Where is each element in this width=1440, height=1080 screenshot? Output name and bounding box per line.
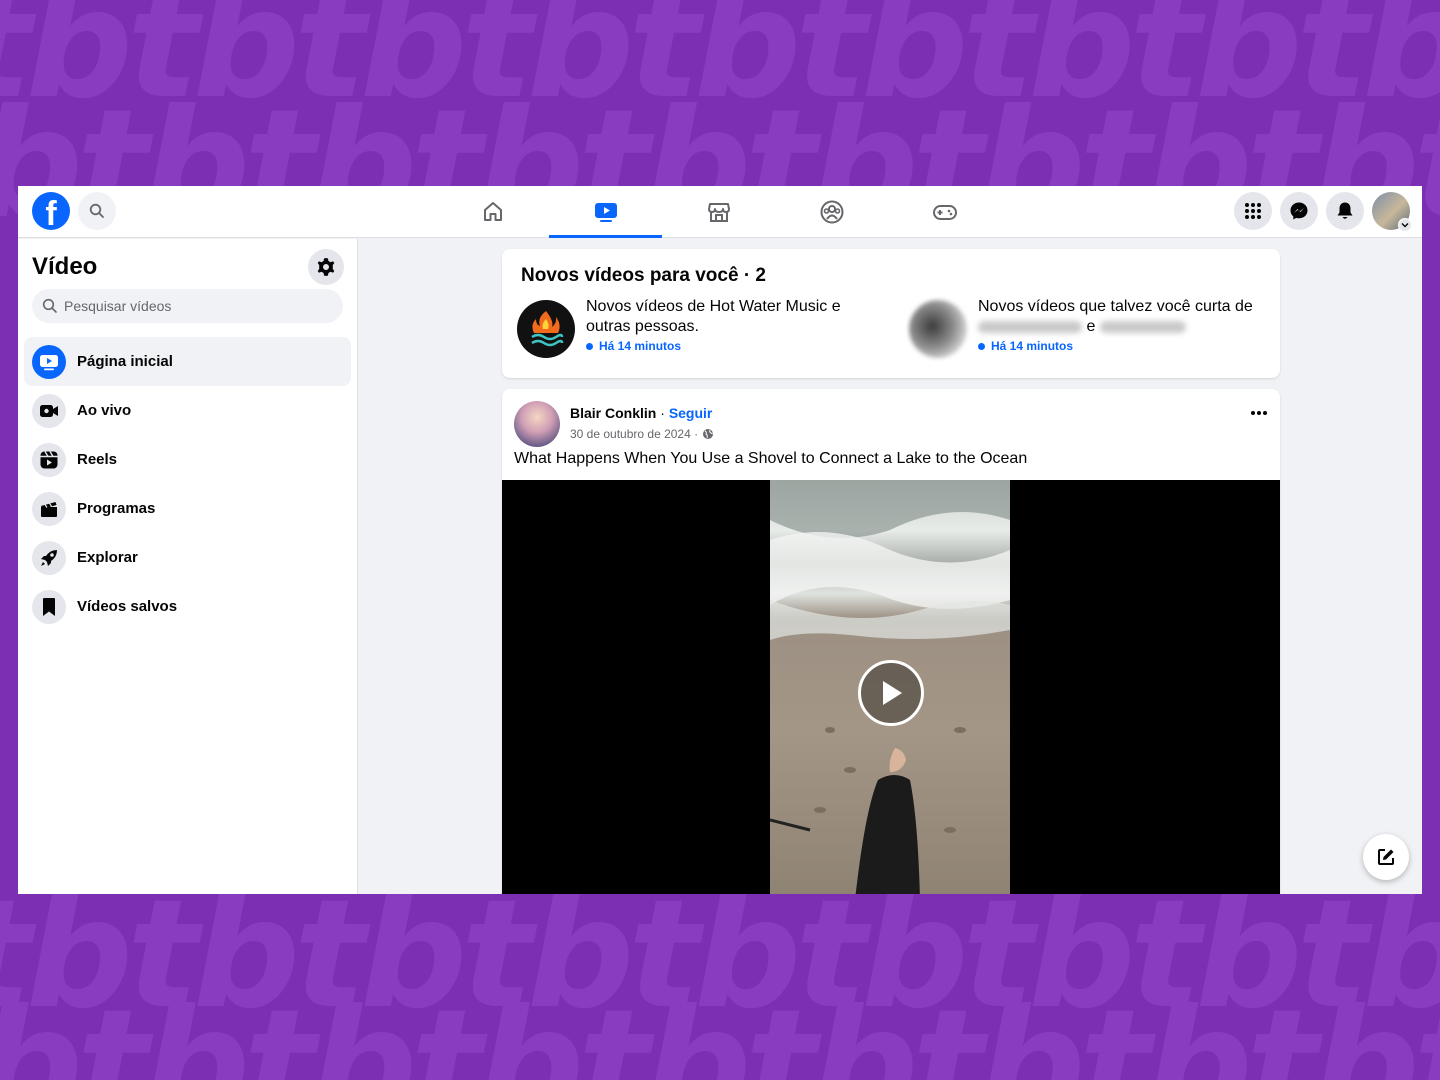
unread-dot xyxy=(586,342,593,350)
browser-window: f Vídeo Pesquisar vídeos Página inicial … xyxy=(18,186,1422,894)
author-separator: · xyxy=(656,405,669,421)
sidebar-item-saved-videos[interactable]: Vídeos salvos xyxy=(24,582,351,631)
notification-time: Há 14 minutos xyxy=(978,339,1268,353)
blurred-name xyxy=(1099,320,1186,333)
post-options-button[interactable] xyxy=(1250,403,1268,421)
chevron-down-icon xyxy=(1401,223,1409,228)
sidebar-item-live[interactable]: Ao vivo xyxy=(24,386,351,435)
notification-text: Novos vídeos que talvez você curta de e xyxy=(978,297,1268,337)
post-date: 30 de outubro de 2024 · xyxy=(570,427,714,441)
follow-button[interactable]: Seguir xyxy=(669,405,713,421)
notification-time: Há 14 minutos xyxy=(586,339,871,353)
sidebar-item-shows[interactable]: Programas xyxy=(24,484,351,533)
video-icon xyxy=(594,203,617,222)
tab-marketplace[interactable] xyxy=(662,186,775,238)
video-player[interactable] xyxy=(502,480,1280,894)
hot-water-music-avatar xyxy=(517,300,575,358)
sidebar-item-label: Explorar xyxy=(77,549,138,566)
search-icon xyxy=(89,203,104,218)
sidebar-item-label: Reels xyxy=(77,451,118,468)
video-search-input[interactable] xyxy=(64,298,324,314)
sidebar-nav-list: Página inicial Ao vivo Reels Programas E… xyxy=(24,337,351,631)
video-post-card: Blair Conklin · Seguir 30 de outubro de … xyxy=(502,389,1280,894)
account-chevron[interactable] xyxy=(1398,218,1412,232)
compose-icon xyxy=(1378,849,1394,865)
play-button[interactable] xyxy=(858,660,924,726)
globe-icon xyxy=(703,429,714,439)
post-author-line: Blair Conklin · Seguir xyxy=(570,405,712,421)
tab-groups[interactable] xyxy=(775,186,888,238)
messenger-icon xyxy=(1290,202,1308,220)
author-name[interactable]: Blair Conklin xyxy=(570,405,656,421)
gaming-icon xyxy=(932,205,957,220)
flame-logo-icon xyxy=(531,311,564,347)
account-avatar[interactable] xyxy=(1372,192,1412,232)
post-caption: What Happens When You Use a Shovel to Co… xyxy=(514,450,1028,467)
sidebar-item-label: Programas xyxy=(77,500,156,517)
groups-icon xyxy=(820,200,843,224)
blurred-name xyxy=(978,320,1082,333)
reels-icon xyxy=(32,442,66,477)
search-icon xyxy=(42,298,57,313)
more-options-icon xyxy=(1251,411,1267,415)
sidebar-item-label: Página inicial xyxy=(77,353,173,370)
play-icon xyxy=(883,681,902,705)
post-date-text[interactable]: 30 de outubro de 2024 · xyxy=(570,427,698,441)
video-home-icon xyxy=(32,344,66,379)
video-search-box xyxy=(32,289,343,323)
notification-conjunction: e xyxy=(1086,318,1096,335)
author-avatar[interactable] xyxy=(514,401,560,447)
notification-text-prefix: Novos vídeos que talvez você curta de xyxy=(978,298,1253,315)
tab-gaming[interactable] xyxy=(888,186,1001,238)
gear-icon xyxy=(317,258,335,276)
sidebar-item-home[interactable]: Página inicial xyxy=(24,337,351,386)
notification-time-label: Há 14 minutos xyxy=(599,339,682,353)
notification-time-label: Há 14 minutos xyxy=(991,339,1074,353)
sidebar-item-label: Vídeos salvos xyxy=(77,598,178,615)
new-videos-title: Novos vídeos para você · 2 xyxy=(521,265,766,286)
main-nav-tabs xyxy=(436,186,1001,238)
unread-dot xyxy=(978,342,985,350)
new-message-button[interactable] xyxy=(1363,834,1409,880)
sidebar-item-explore[interactable]: Explorar xyxy=(24,533,351,582)
settings-button[interactable] xyxy=(308,249,344,285)
live-icon xyxy=(32,393,66,428)
home-icon xyxy=(483,202,502,221)
tab-video[interactable] xyxy=(549,186,662,238)
sidebar-item-reels[interactable]: Reels xyxy=(24,435,351,484)
notifications-button[interactable] xyxy=(1326,192,1364,230)
marketplace-icon xyxy=(707,203,730,222)
bookmark-icon xyxy=(32,589,66,624)
menu-grid-icon xyxy=(1245,203,1261,219)
rocket-icon xyxy=(32,540,66,575)
new-video-notification[interactable]: Novos vídeos que talvez você curta de e … xyxy=(909,297,1268,358)
account-controls xyxy=(1234,192,1412,232)
blurred-profile-avatar xyxy=(909,300,967,358)
facebook-logo-icon[interactable]: f xyxy=(32,192,70,230)
clapperboard-icon xyxy=(32,491,66,526)
sidebar-item-label: Ao vivo xyxy=(77,402,132,419)
messenger-button[interactable] xyxy=(1280,192,1318,230)
video-sidebar: Vídeo Página inicial Ao vivo xyxy=(18,239,358,894)
new-video-notification[interactable]: Novos vídeos de Hot Water Music e outras… xyxy=(517,297,871,358)
tab-home[interactable] xyxy=(436,186,549,238)
sidebar-title: Vídeo xyxy=(32,253,98,280)
new-videos-card: Novos vídeos para você · 2 Novos vídeos … xyxy=(502,249,1280,378)
menu-button[interactable] xyxy=(1234,192,1272,230)
search-button[interactable] xyxy=(78,192,116,230)
notifications-icon xyxy=(1337,202,1353,219)
top-navigation-bar: f xyxy=(18,186,1422,238)
notification-text: Novos vídeos de Hot Water Music e outras… xyxy=(586,298,841,335)
